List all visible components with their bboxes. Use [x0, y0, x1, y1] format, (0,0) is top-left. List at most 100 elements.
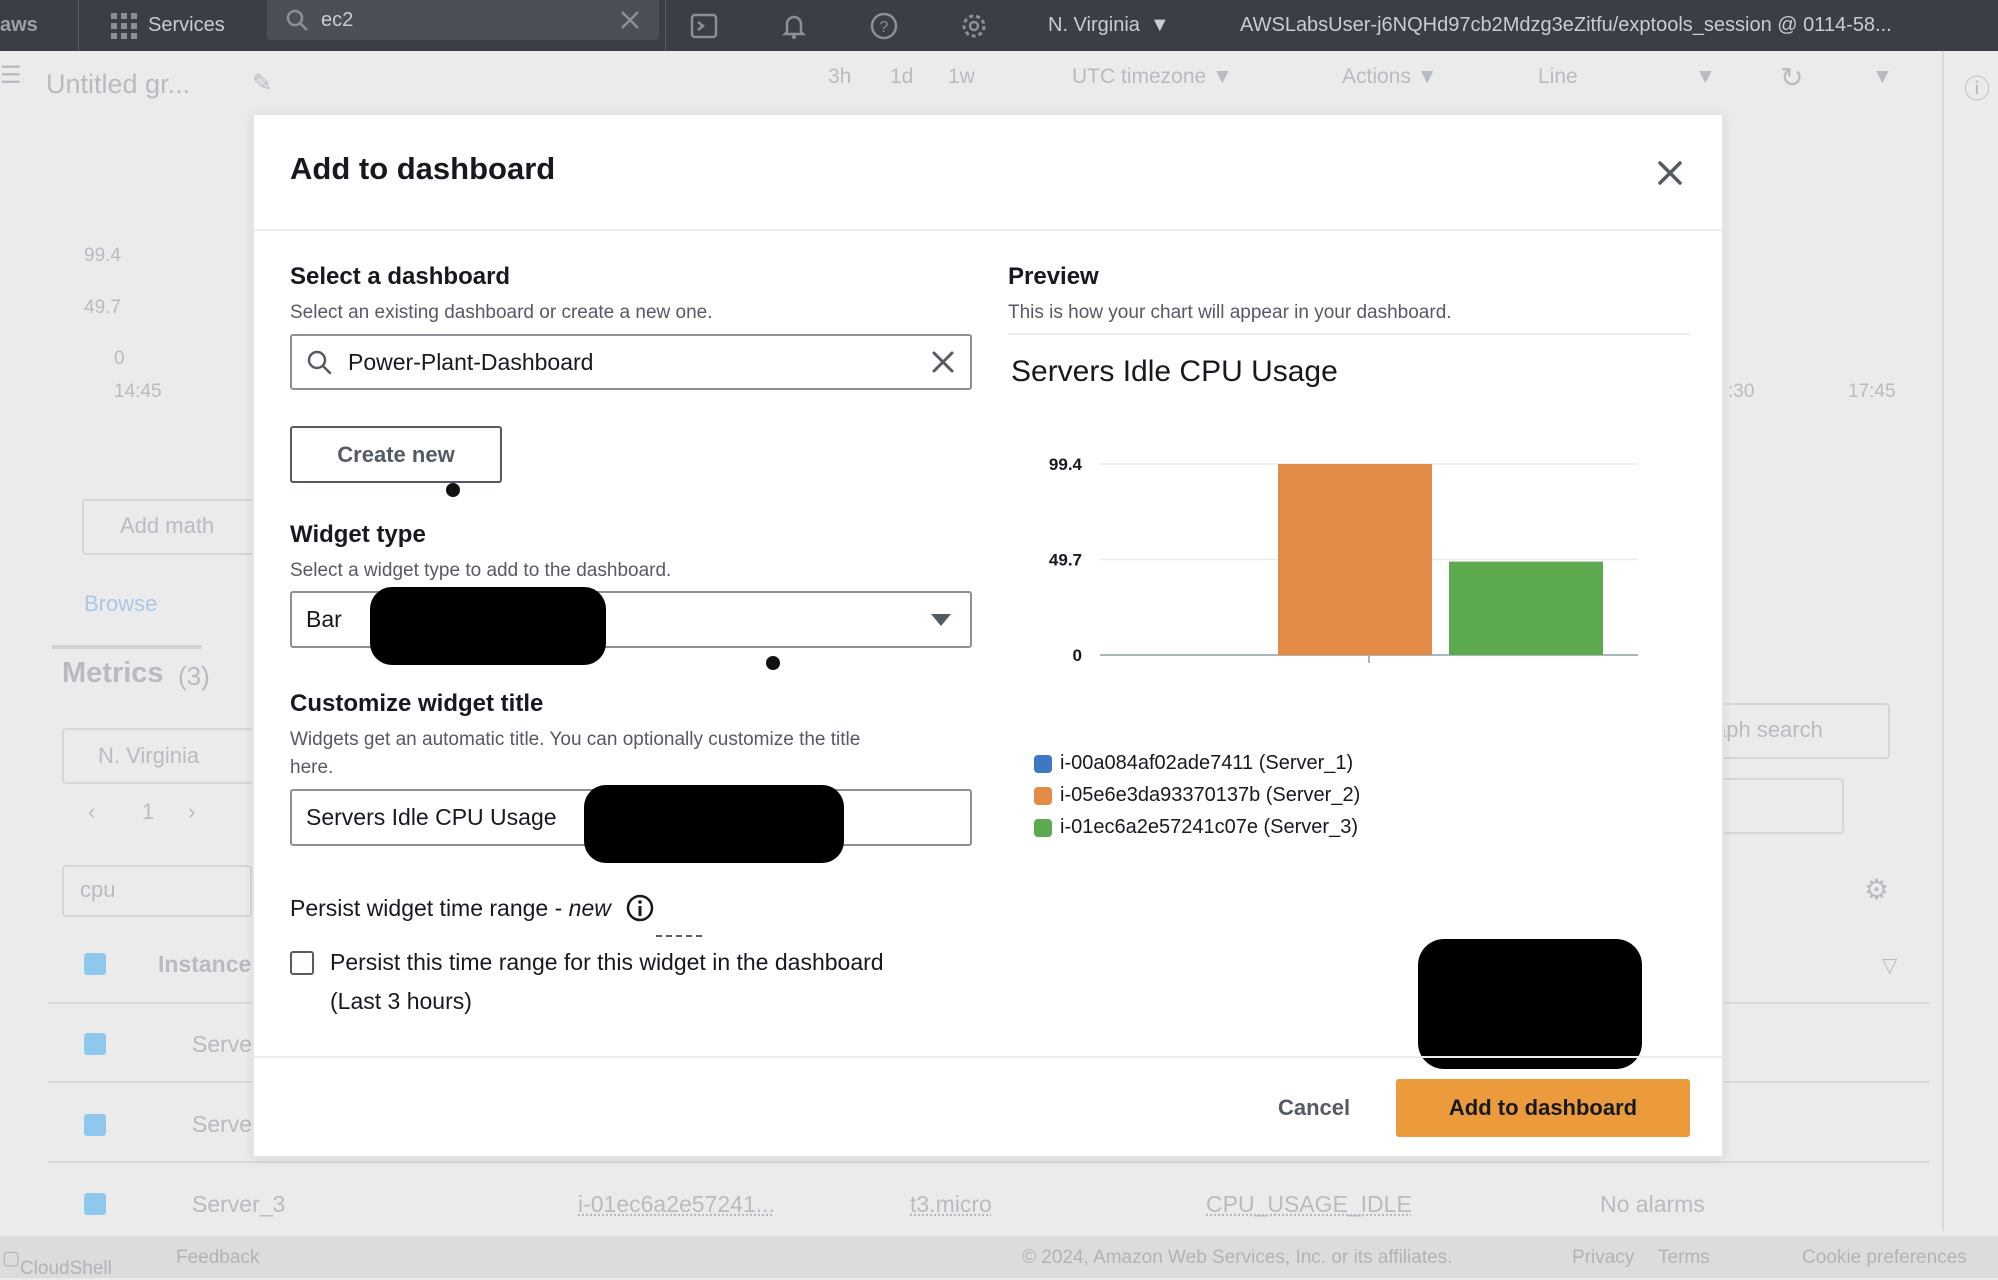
widget-title-value: Servers Idle CPU Usage [306, 804, 557, 830]
new-badge: new [568, 894, 611, 921]
row-checkbox[interactable] [84, 1033, 106, 1055]
row-checkbox[interactable] [84, 1193, 106, 1215]
tab-browse[interactable]: Browse [84, 591, 157, 617]
timezone-select[interactable]: UTC timezone ▼ [1072, 65, 1233, 89]
legend-label: i-01ec6a2e57241c07e (Server_3) [1060, 816, 1358, 838]
row-divider [48, 1161, 1930, 1163]
preview-bar-chart: 99.4 49.7 0 [1049, 455, 1638, 665]
column-header-instance[interactable]: Instance [158, 951, 251, 978]
cloudshell-icon[interactable] [690, 13, 718, 39]
legend-swatch [1034, 786, 1052, 805]
refresh-options-icon[interactable]: ▼ [1872, 65, 1893, 89]
legend-item-server-1[interactable]: i-00a084af02ade7411 (Server_1) [1034, 752, 1353, 775]
tab-underline [52, 645, 202, 649]
legend-item-server-2[interactable]: i-05e6e3da93370137b (Server_2) [1034, 784, 1360, 807]
prev-page-icon[interactable]: ‹ [88, 799, 95, 825]
modal-header: Add to dashboard [254, 115, 1722, 231]
row-instance-type[interactable]: t3.micro [910, 1191, 992, 1218]
actions-label: Actions [1342, 65, 1411, 88]
y-tick-label: 49.7 [1049, 551, 1082, 570]
cloudshell-link[interactable]: ▢ CloudShell [2, 1247, 112, 1279]
timezone-label: UTC timezone [1072, 65, 1207, 88]
chart-title: Servers Idle CPU Usage [1011, 355, 1338, 388]
legend-swatch [1034, 754, 1052, 773]
feedback-link[interactable]: Feedback [176, 1247, 259, 1269]
row-name: Server_3 [192, 1191, 286, 1217]
refresh-icon[interactable]: ↻ [1780, 61, 1803, 94]
edit-icon[interactable]: ✎ [252, 69, 272, 98]
cookie-preferences-link[interactable]: Cookie preferences [1802, 1247, 1967, 1269]
add-to-dashboard-button[interactable]: Add to dashboard [1396, 1079, 1690, 1137]
actions-menu[interactable]: Actions ▼ [1342, 65, 1438, 89]
preview-divider [1008, 333, 1690, 335]
row-name: Serve [192, 1031, 253, 1057]
divider [665, 0, 666, 51]
widget-type-desc: Select a widget type to add to the dashb… [290, 560, 672, 581]
menu-icon[interactable]: ☰ [0, 61, 22, 90]
page-number[interactable]: 1 [142, 799, 154, 825]
aws-logo[interactable]: aws [0, 0, 38, 51]
bell-icon[interactable] [780, 12, 808, 40]
persist-checkbox[interactable] [290, 951, 314, 975]
gear-icon[interactable] [960, 12, 988, 40]
x-tick: 17:45 [1848, 381, 1896, 402]
legend-item-server-3[interactable]: i-01ec6a2e57241c07e (Server_3) [1034, 816, 1358, 839]
redaction-mark [584, 785, 844, 863]
services-menu[interactable]: Services [110, 0, 225, 51]
dashboard-search-value: Power-Plant-Dashboard [348, 348, 594, 375]
grid-icon [111, 12, 137, 39]
side-rail [1942, 51, 1944, 1231]
row-checkbox[interactable] [84, 1114, 106, 1136]
add-math-label: Add math [120, 513, 215, 538]
terms-link[interactable]: Terms [1658, 1247, 1710, 1269]
bar-server-3[interactable] [1449, 561, 1603, 655]
preview-desc: This is how your chart will appear in yo… [1008, 302, 1452, 323]
graph-title[interactable]: Untitled gr... [46, 69, 190, 100]
range-1w[interactable]: 1w [948, 65, 975, 89]
create-new-button[interactable]: Create new [290, 426, 502, 483]
caret-down-icon [931, 613, 951, 626]
x-tick: :30 [1728, 381, 1755, 402]
help-icon[interactable]: ? [870, 12, 898, 40]
privacy-link[interactable]: Privacy [1572, 1247, 1634, 1269]
y-tick-label: 99.4 [1049, 455, 1083, 474]
widget-type-label: Widget type [290, 521, 426, 548]
row-instance-id[interactable]: i-01ec6a2e57241... [578, 1191, 775, 1218]
svg-text:?: ? [880, 19, 889, 36]
region-filter-label: N. Virginia [98, 743, 200, 768]
close-icon[interactable] [1652, 155, 1688, 191]
clear-icon[interactable] [619, 9, 641, 31]
divider [78, 0, 79, 51]
account-menu[interactable]: AWSLabsUser-j6NQHd97cb2Mdzg3eZitfu/expto… [1240, 0, 1892, 51]
select-dashboard-label: Select a dashboard [290, 263, 511, 290]
modal-footer-divider [254, 1056, 1722, 1058]
row-metric[interactable]: CPU_USAGE_IDLE [1206, 1191, 1412, 1218]
annotation-dot [446, 483, 460, 497]
global-search[interactable]: ec2 [267, 0, 659, 40]
region-selector[interactable]: N. Virginia ▼ [1048, 0, 1170, 51]
select-all-checkbox[interactable] [84, 953, 106, 975]
graph-search-label: aph search [1714, 717, 1823, 742]
customize-title-desc: here. [290, 757, 334, 778]
search-icon [286, 9, 308, 31]
settings-icon[interactable]: ⚙ [1864, 873, 1889, 906]
next-page-icon[interactable]: › [188, 799, 195, 825]
info-icon[interactable]: ⓘ [1964, 69, 1990, 106]
persist-checkbox-label[interactable]: Persist this time range for this widget … [330, 949, 884, 976]
services-label: Services [148, 14, 225, 36]
row-alarms: No alarms [1600, 1191, 1705, 1217]
cancel-button[interactable]: Cancel [1278, 1095, 1350, 1121]
clear-icon[interactable] [930, 349, 956, 375]
chart-type-select[interactable]: Line [1538, 65, 1578, 89]
chart-type-chevron-icon: ▼ [1695, 65, 1716, 88]
redaction-mark [1418, 939, 1642, 1069]
top-navigation: aws Services ec2 ? N. Virginia ▼ AWSLabs… [0, 0, 1998, 51]
bar-server-2[interactable] [1278, 464, 1432, 655]
range-3h[interactable]: 3h [828, 65, 851, 89]
legend-swatch [1034, 818, 1052, 837]
dashboard-search-input[interactable]: Power-Plant-Dashboard [290, 334, 972, 390]
range-1d[interactable]: 1d [890, 65, 913, 89]
sort-icon[interactable]: ▽ [1882, 953, 1897, 978]
modal-title: Add to dashboard [290, 151, 556, 186]
info-icon[interactable] [625, 893, 655, 923]
